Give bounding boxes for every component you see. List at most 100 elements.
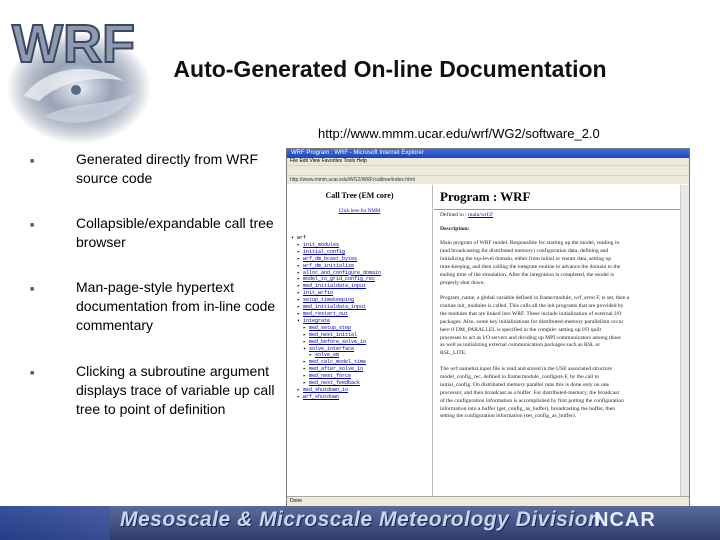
call-tree-routine[interactable]: wrf_dm_bcast_bytes [303,256,357,262]
call-tree-routine[interactable]: wrf_shutdown [303,394,339,400]
doc-paragraph-2: Program_name, a global variable defined … [440,295,679,358]
bullet-dot-icon: ■ [30,370,35,377]
doc-line: (and broadcasting for distributed memory… [440,247,609,254]
doc-line: initializing the top-level domain, eithe… [440,255,612,262]
doc-line: packages. Also, some key initializations… [440,318,624,325]
call-tree-row[interactable]: ▾ solve_interface [291,346,381,353]
call-tree-routine[interactable]: alloc_and_configure_domain [303,270,381,276]
doc-line: properly shut down. [440,279,485,286]
footer-banner: Mesoscale & Microscale Meteorology Divis… [0,506,720,540]
call-tree-routine[interactable]: wrf [297,235,306,241]
call-tree-routine[interactable]: med_nest_feedback [309,380,360,386]
doc-paragraph-1: Main program of WRF model. Responsible f… [440,240,679,287]
call-tree-row[interactable]: ▸ model_to_grid_config_rec [291,276,381,283]
bullet-dot-icon: ■ [30,222,35,229]
call-tree-row[interactable]: ▸ med_shutdown_io [291,387,381,394]
call-tree-routine[interactable]: med_initialdata_input [303,304,366,310]
footer-accent [0,506,110,540]
call-tree-routine[interactable]: med_after_solve_io [309,366,363,372]
call-tree-row[interactable]: ▸ med_before_solve_io [291,339,381,346]
doc-heading: Program : WRF [440,189,531,204]
division-name: Mesoscale & Microscale Meteorology Divis… [120,508,602,531]
call-tree-row[interactable]: ▸ initial_config [291,249,381,256]
call-tree-routine[interactable]: init_modules [303,242,339,248]
call-tree-row[interactable]: ▸ init_modules [291,242,381,249]
doc-line: routine init_modules is called. This cal… [440,302,624,309]
call-tree-routine[interactable]: solve_em [315,352,339,358]
call-tree-routine[interactable]: med_nest_force [309,373,351,379]
call-tree-routine[interactable]: model_to_grid_config_rec [303,276,375,282]
call-tree-row[interactable]: ▸ init_wrfio [291,290,381,297]
bullet-text: Clicking a subroutine argument displays … [76,363,275,417]
call-tree-row[interactable]: ▸ med_nest_force [291,373,381,380]
wrf-logo: WRF [7,13,151,144]
doc-line: Program_name, a global variable defined … [440,295,630,301]
call-tree-routine[interactable]: integrate [303,318,330,324]
call-tree-routine[interactable]: med_calc_model_time [309,359,366,365]
call-tree-row[interactable]: ▸ med_after_solve_io [291,366,381,373]
doc-line: processes to act as I/O servers and divi… [440,334,621,341]
doc-line: as well as initializing external communi… [440,342,601,349]
call-tree-routine[interactable]: med_initialdata_input [303,283,366,289]
doc-defined-label: Defined in : [440,212,467,218]
browser-toolbar [287,165,689,175]
call-tree-title: Call Tree (EM core) [325,191,394,200]
doc-defined-file-link[interactable]: main/wrf.F [468,212,493,218]
browser-menubar[interactable]: File Edit View Favorites Tools Help [287,158,689,165]
call-tree-row[interactable]: ▸ wrf_shutdown [291,394,381,401]
doc-defined: Defined in : main/wrf.F [440,212,679,220]
call-tree-row[interactable]: ▸ wrf_dm_initialize [291,263,381,270]
call-tree-routine[interactable]: setup_timekeeping [303,297,354,303]
doc-description-label: Description: [440,226,470,232]
page-title: Auto-Generated On-line Documentation [173,56,607,82]
browser-screenshot: WRF Program : WRF - Microsoft Internet E… [286,148,690,507]
doc-paragraph-3: The wrf namelist.input file is read and … [440,366,679,421]
call-tree-routine[interactable]: initial_config [303,249,345,255]
doc-line: setting the configuration information (s… [440,413,577,420]
browser-titlebar: WRF Program : WRF - Microsoft Internet E… [287,149,689,158]
call-tree-row[interactable]: ▸ setup_timekeeping [291,297,381,304]
call-tree-row[interactable]: ▸ med_setup_step [291,325,381,332]
call-tree-row[interactable]: ▸ med_calc_model_time [291,359,381,366]
call-tree-row[interactable]: ▸ med_nest_feedback [291,380,381,387]
call-tree-routine[interactable]: init_wrfio [303,290,333,296]
browser-address-bar[interactable]: http://www.mmm.ucar.edu/WG2/WRF/calltree… [287,175,689,184]
doc-line: ending time of the simulation. After the… [440,271,614,278]
doc-line: RSL_LITE. [440,350,467,357]
bullet-text: Man-page-style hypertext documentation f… [76,279,276,333]
call-tree-routine[interactable]: med_nest_initial [309,332,357,338]
call-tree-row[interactable]: ▸ med_restart_out [291,311,381,318]
doc-line: the modules that are linked into WRF. Th… [440,310,622,317]
doc-line: processor, and then broadcast as a buffe… [440,389,620,396]
bullet-dot-icon: ■ [30,158,35,165]
call-tree-row[interactable]: ▸ med_initialdata_input [291,304,381,311]
browser-scrollbar[interactable] [680,185,689,497]
call-tree-row[interactable]: ▾ integrate [291,318,381,325]
call-tree-row[interactable]: ▸ med_nest_initial [291,332,381,339]
call-tree-row[interactable]: ▸ alloc_and_configure_domain [291,270,381,277]
doc-line: The wrf namelist.input file is read and … [440,366,612,372]
browser-statusbar: Done [287,496,689,506]
call-tree-routine[interactable]: med_before_solve_io [309,339,366,345]
call-tree-routine[interactable]: med_setup_step [309,325,351,331]
call-tree-routine[interactable]: med_shutdown_io [303,387,348,393]
call-tree-routine[interactable]: solve_interface [309,346,354,352]
call-tree-routine[interactable]: wrf_dm_initialize [303,263,354,269]
browser-content: Call Tree (EM core) Click here for NMM ▾… [287,185,689,497]
nmm-link[interactable]: Click here for NMM [287,209,432,214]
call-tree-row[interactable]: ▸ solve_em [291,352,381,359]
call-tree-row[interactable]: ▾ wrf [291,235,381,242]
call-tree-pane: Call Tree (EM core) Click here for NMM ▾… [287,185,433,497]
bullet-text: Collapsible/expandable call tree browser [76,215,274,250]
doc-divider [434,209,681,210]
doc-line: here if DM_PARALLEL is specified in the … [440,326,602,333]
call-tree-row[interactable]: ▸ med_initialdata_input [291,283,381,290]
ncar-logo: NCAR [594,509,656,531]
doc-line: time-keeping, and then calling the integ… [440,263,621,270]
doc-line: Main program of WRF model. Responsible f… [440,240,620,246]
doc-line: model_config_rec, defined in frame/modul… [440,373,599,380]
logo-text: WRF [12,14,135,74]
call-tree-row[interactable]: ▸ wrf_dm_bcast_bytes [291,256,381,263]
docs-url[interactable]: http://www.mmm.ucar.edu/wrf/WG2/software… [318,126,600,141]
call-tree-routine[interactable]: med_restart_out [303,311,348,317]
